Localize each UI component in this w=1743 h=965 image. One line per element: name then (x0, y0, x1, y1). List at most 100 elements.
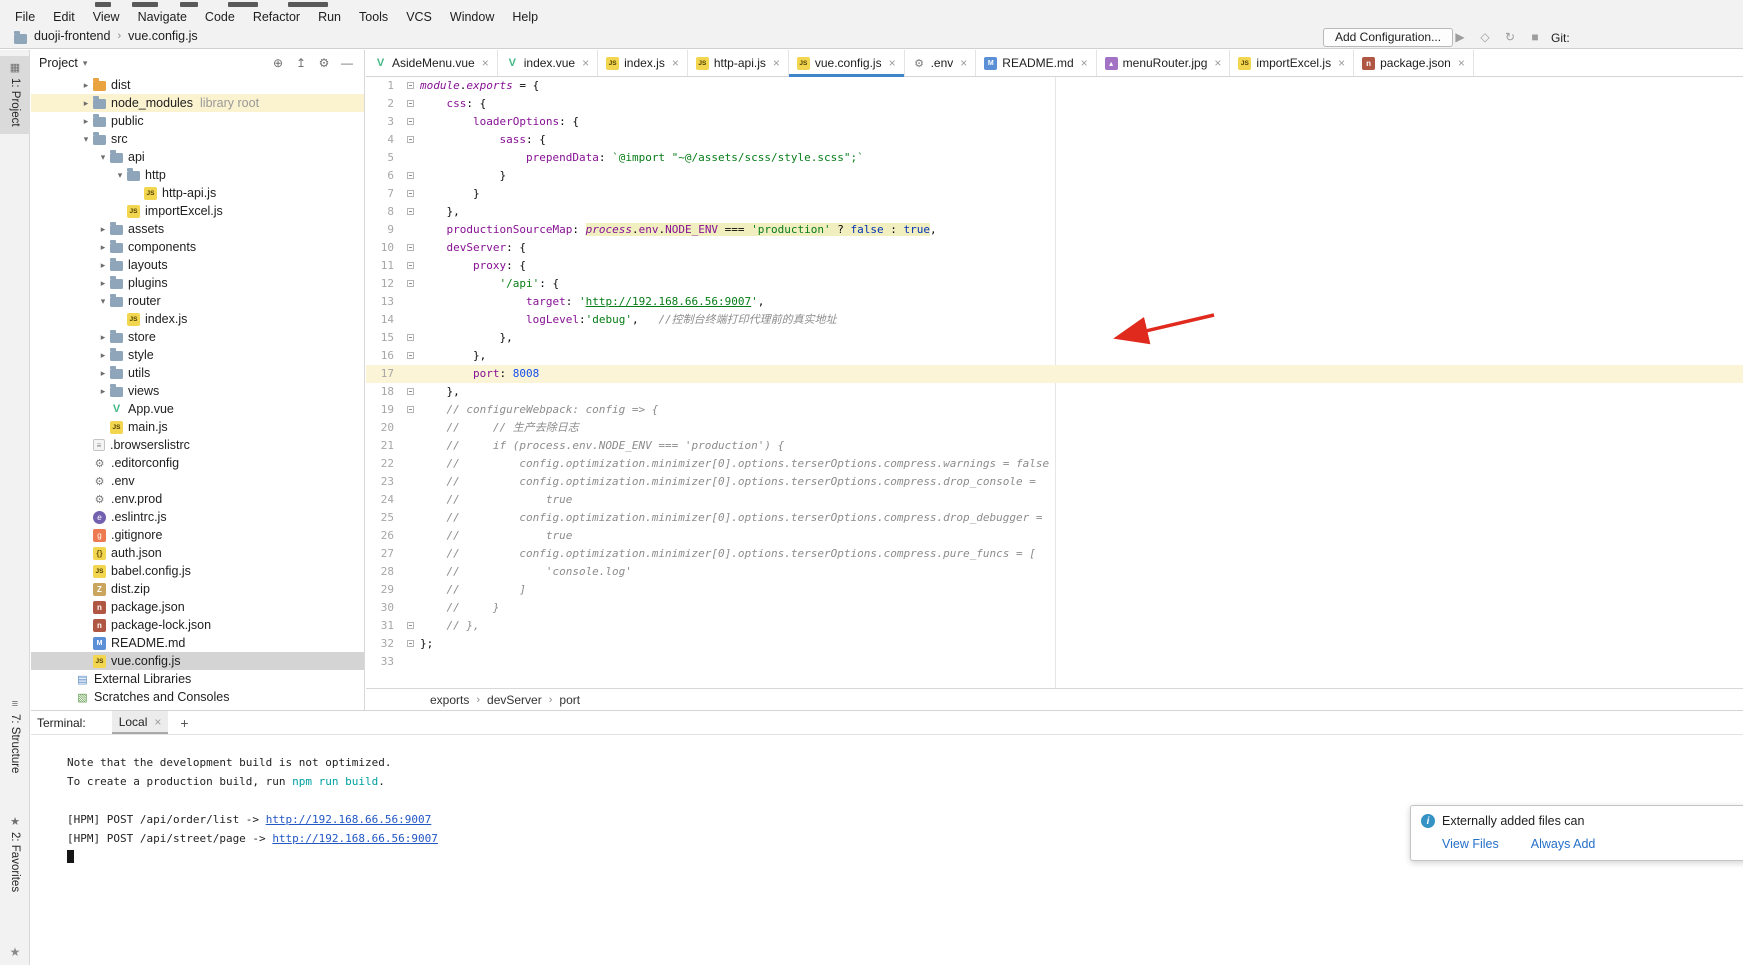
tab-package.json[interactable]: npackage.json× (1354, 50, 1474, 76)
close-icon[interactable]: × (1214, 56, 1221, 70)
tree-item-layouts[interactable]: ▸layouts (31, 256, 364, 274)
fold-open-icon[interactable] (400, 131, 420, 149)
tree-item-Scratches and Consoles[interactable]: ▧Scratches and Consoles (31, 688, 364, 706)
tree-item-node_modules[interactable]: ▸node_moduleslibrary root (31, 94, 364, 112)
code-line[interactable]: 31 // }, (366, 617, 1743, 635)
tree-item-src[interactable]: ▾src (31, 130, 364, 148)
tab-README.md[interactable]: MREADME.md× (976, 50, 1096, 76)
add-configuration-button[interactable]: Add Configuration... (1323, 28, 1453, 47)
tab-index.vue[interactable]: Vindex.vue× (498, 50, 598, 76)
tree-item-components[interactable]: ▸components (31, 238, 364, 256)
code-line[interactable]: 12 '/api': { (366, 275, 1743, 293)
code-line[interactable]: 3 loaderOptions: { (366, 113, 1743, 131)
close-icon[interactable]: × (773, 56, 780, 70)
tree-item-.editorconfig[interactable]: ⚙.editorconfig (31, 454, 364, 472)
code-line[interactable]: 30 // } (366, 599, 1743, 617)
code-line[interactable]: 14 logLevel:'debug', //控制台终端打印代理前的真实地址 (366, 311, 1743, 329)
breadcrumb-file[interactable]: vue.config.js (128, 29, 197, 43)
menu-view[interactable]: View (84, 8, 129, 26)
tree-item-.eslintrc.js[interactable]: e.eslintrc.js (31, 508, 364, 526)
code-line[interactable]: 22 // config.optimization.minimizer[0].o… (366, 455, 1743, 473)
menu-help[interactable]: Help (503, 8, 547, 26)
tab-AsideMenu.vue[interactable]: VAsideMenu.vue× (366, 50, 498, 76)
hide-panel-icon[interactable]: — (338, 56, 356, 70)
rerun-icon[interactable]: ↻ (1502, 30, 1518, 44)
code-line[interactable]: 33 (366, 653, 1743, 671)
tree-item-assets[interactable]: ▸assets (31, 220, 364, 238)
fold-open-icon[interactable] (400, 77, 420, 95)
fold-open-icon[interactable] (400, 401, 420, 419)
code-line[interactable]: 26 // true (366, 527, 1743, 545)
terminal-url-link[interactable]: http://192.168.66.56:9007 (272, 832, 438, 845)
chevron-right-icon[interactable]: ▸ (96, 242, 110, 253)
tree-item-style[interactable]: ▸style (31, 346, 364, 364)
menu-refactor[interactable]: Refactor (244, 8, 309, 26)
tree-item-.gitignore[interactable]: g.gitignore (31, 526, 364, 544)
fold-open-icon[interactable] (400, 95, 420, 113)
code-line[interactable]: 17 port: 8008 (366, 365, 1743, 383)
fold-close-icon[interactable] (400, 347, 420, 365)
tree-item-api[interactable]: ▾api (31, 148, 364, 166)
tree-item-index.js[interactable]: JSindex.js (31, 310, 364, 328)
fold-close-icon[interactable] (400, 635, 420, 653)
run-icon[interactable]: ▶ (1452, 30, 1468, 44)
code-line[interactable]: 18 }, (366, 383, 1743, 401)
close-icon[interactable]: × (1458, 56, 1465, 70)
tool-window-button-structure[interactable]: ≡ 7: Structure (0, 698, 30, 773)
close-icon[interactable]: × (1338, 56, 1345, 70)
fold-open-icon[interactable] (400, 113, 420, 131)
tree-item-http-api.js[interactable]: JShttp-api.js (31, 184, 364, 202)
tree-item-README.md[interactable]: MREADME.md (31, 634, 364, 652)
tool-window-button-favorites[interactable]: ★ 2: Favorites (0, 815, 30, 892)
tab-.env[interactable]: ⚙.env× (905, 50, 977, 76)
collapse-all-icon[interactable]: ↥ (292, 56, 310, 70)
chevron-right-icon[interactable]: ▸ (79, 98, 93, 109)
code-line[interactable]: 21 // if (process.env.NODE_ENV === 'prod… (366, 437, 1743, 455)
chevron-right-icon[interactable]: ▸ (79, 116, 93, 127)
code-line[interactable]: 9 productionSourceMap: process.env.NODE_… (366, 221, 1743, 239)
notification-link-view-files[interactable]: View Files (1442, 837, 1499, 851)
menu-navigate[interactable]: Navigate (129, 8, 196, 26)
code-line[interactable]: 23 // config.optimization.minimizer[0].o… (366, 473, 1743, 491)
fold-close-icon[interactable] (400, 167, 420, 185)
menu-file[interactable]: File (6, 8, 44, 26)
chevron-right-icon[interactable]: ▸ (79, 80, 93, 91)
chevron-down-icon[interactable]: ▾ (79, 134, 93, 145)
terminal-url-link[interactable]: http://192.168.66.56:9007 (266, 813, 432, 826)
tree-item-vue.config.js[interactable]: JSvue.config.js (31, 652, 364, 670)
tab-menuRouter.jpg[interactable]: ▴menuRouter.jpg× (1097, 50, 1231, 76)
close-icon[interactable]: × (960, 56, 967, 70)
code-line[interactable]: 32}; (366, 635, 1743, 653)
tree-item-package.json[interactable]: npackage.json (31, 598, 364, 616)
terminal-tab-local[interactable]: Local × (112, 711, 169, 734)
tree-item-public[interactable]: ▸public (31, 112, 364, 130)
breadcrumb-devServer[interactable]: devServer (487, 693, 542, 707)
chevron-down-icon[interactable]: ▾ (83, 58, 88, 69)
menu-run[interactable]: Run (309, 8, 350, 26)
close-icon[interactable]: × (1081, 56, 1088, 70)
menu-code[interactable]: Code (196, 8, 244, 26)
fold-close-icon[interactable] (400, 203, 420, 221)
code-line[interactable]: 15 }, (366, 329, 1743, 347)
project-panel-title[interactable]: Project (39, 56, 78, 70)
tab-vue.config.js[interactable]: JSvue.config.js× (789, 50, 905, 76)
code-line[interactable]: 20 // // 生产去除日志 (366, 419, 1743, 437)
chevron-down-icon[interactable]: ▾ (113, 170, 127, 181)
tree-item-importExcel.js[interactable]: JSimportExcel.js (31, 202, 364, 220)
code-line[interactable]: 11 proxy: { (366, 257, 1743, 275)
chevron-right-icon[interactable]: ▸ (96, 350, 110, 361)
tree-item-.env.prod[interactable]: ⚙.env.prod (31, 490, 364, 508)
fold-close-icon[interactable] (400, 617, 420, 635)
tree-item-dist[interactable]: ▸dist (31, 76, 364, 94)
tree-item-.browserslistrc[interactable]: ≡.browserslistrc (31, 436, 364, 454)
tree-item-auth.json[interactable]: {}auth.json (31, 544, 364, 562)
tree-item-babel.config.js[interactable]: JSbabel.config.js (31, 562, 364, 580)
code-line[interactable]: 25 // config.optimization.minimizer[0].o… (366, 509, 1743, 527)
tree-item-.env[interactable]: ⚙.env (31, 472, 364, 490)
menu-tools[interactable]: Tools (350, 8, 397, 26)
chevron-down-icon[interactable]: ▾ (96, 296, 110, 307)
tree-item-App.vue[interactable]: VApp.vue (31, 400, 364, 418)
debug-icon[interactable]: ◇ (1477, 30, 1493, 44)
code-line[interactable]: 2 css: { (366, 95, 1743, 113)
tab-index.js[interactable]: JSindex.js× (598, 50, 688, 76)
